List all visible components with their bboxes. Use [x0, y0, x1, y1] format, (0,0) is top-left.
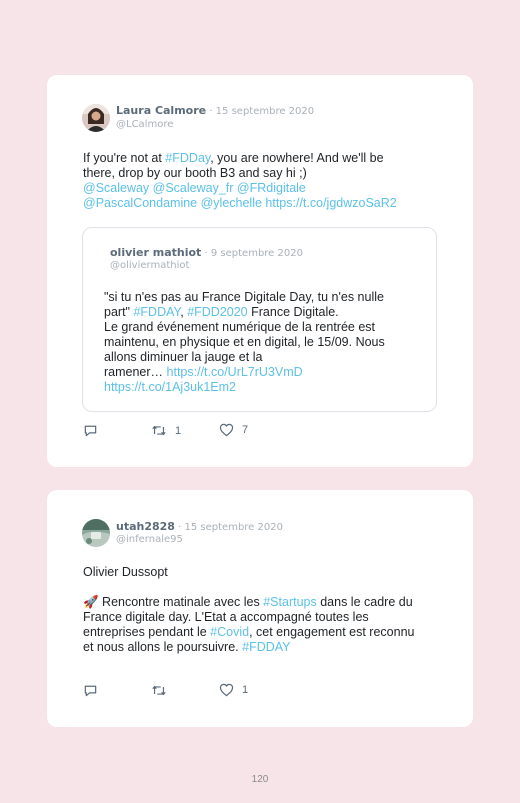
- hashtag-link[interactable]: #FDDAY: [133, 305, 180, 319]
- hashtag-link[interactable]: #FDDay: [165, 151, 210, 165]
- mention-links[interactable]: @Scaleway @Scaleway_fr @FRdigitale: [83, 181, 463, 196]
- like-icon: [219, 683, 234, 697]
- retweet-icon: [151, 683, 167, 698]
- tweet-date[interactable]: 15 septembre 2020: [216, 106, 314, 117]
- tweet-actions: 1 7: [83, 423, 383, 439]
- like-count: 7: [242, 424, 249, 436]
- tweet-card-1: Laura Calmore · 15 septembre 2020 @LCalm…: [47, 75, 473, 467]
- text-line: et nous allons le poursuivre. #FDDAY: [83, 640, 291, 654]
- quoted-tweet-date[interactable]: 9 septembre 2020: [211, 248, 303, 259]
- retweet-button[interactable]: [151, 683, 175, 698]
- text-line: allons diminuer la jauge et la: [104, 350, 263, 364]
- retweet-button[interactable]: 1: [151, 423, 181, 438]
- like-icon: [219, 423, 234, 437]
- retweet-icon: [151, 423, 167, 438]
- text-line: Le grand événement numérique de la rentr…: [104, 320, 376, 334]
- like-button[interactable]: 1: [219, 683, 248, 697]
- author-line: Laura Calmore · 15 septembre 2020: [116, 104, 315, 117]
- tweet-date[interactable]: 15 septembre 2020: [185, 522, 283, 533]
- hashtag-link[interactable]: #FDDAY: [242, 640, 290, 654]
- mention-links[interactable]: @PascalCondamine @ylechelle https://t.co…: [83, 196, 463, 211]
- hashtag-link[interactable]: #Startups: [263, 595, 317, 609]
- quoted-author-handle[interactable]: @oliviermathiot: [110, 260, 189, 271]
- reply-icon: [83, 423, 98, 438]
- avatar[interactable]: [82, 104, 110, 132]
- author-name[interactable]: utah2828: [116, 520, 175, 533]
- text-line: Olivier Dussopt: [83, 565, 168, 579]
- text-line: [83, 580, 463, 595]
- avatar[interactable]: [82, 519, 110, 547]
- author-line: utah2828 · 15 septembre 2020: [116, 520, 283, 533]
- like-button[interactable]: 7: [219, 423, 248, 437]
- quoted-text: "si tu n'es pas au France Digitale Day, …: [104, 290, 429, 395]
- quoted-tweet[interactable]: olivier mathiot · 9 septembre 2020 @oliv…: [82, 227, 437, 412]
- page-number: 120: [251, 774, 269, 785]
- text-line: 🚀 Rencontre matinale avec les #Startups …: [83, 595, 413, 609]
- text-line: there, drop by our booth B3 and say hi ;…: [83, 166, 307, 180]
- text-line: ramener… https://t.co/UrL7rU3VmD: [104, 365, 303, 379]
- tweet-text: If you're not at #FDDay, you are nowhere…: [83, 151, 463, 211]
- author-name[interactable]: Laura Calmore: [116, 104, 206, 117]
- like-count: 1: [242, 684, 249, 696]
- reply-button[interactable]: [83, 683, 98, 698]
- reply-button[interactable]: [83, 423, 98, 438]
- url-link[interactable]: https://t.co/1Aj3uk1Em2: [104, 380, 429, 395]
- hashtag-link[interactable]: #Covid: [210, 625, 249, 639]
- retweet-count: 1: [175, 424, 182, 437]
- tweet-text: Olivier Dussopt 🚀 Rencontre matinale ave…: [83, 565, 463, 655]
- text-line: "si tu n'es pas au France Digitale Day, …: [104, 290, 384, 304]
- quoted-author-line: olivier mathiot · 9 septembre 2020: [110, 246, 303, 259]
- text-line: France digitale day. L'Etat a accompagné…: [83, 610, 369, 624]
- author-handle[interactable]: @infernale95: [116, 534, 183, 545]
- hashtag-link[interactable]: #FDD2020: [187, 305, 247, 319]
- text-line: entreprises pendant le #Covid, cet engag…: [83, 625, 415, 639]
- tweet-card-2: utah2828 · 15 septembre 2020 @infernale9…: [47, 490, 473, 727]
- text-line: part" #FDDAY, #FDD2020 France Digitale.: [104, 305, 339, 319]
- quoted-author-name[interactable]: olivier mathiot: [110, 246, 201, 259]
- tweet-actions: 1: [83, 683, 383, 699]
- author-handle[interactable]: @LCalmore: [116, 119, 173, 130]
- reply-icon: [83, 683, 98, 698]
- text-line: If you're not at #FDDay, you are nowhere…: [83, 151, 384, 165]
- text-line: maintenu, en physique et en digital, le …: [104, 335, 385, 349]
- url-link[interactable]: https://t.co/UrL7rU3VmD: [167, 365, 303, 379]
